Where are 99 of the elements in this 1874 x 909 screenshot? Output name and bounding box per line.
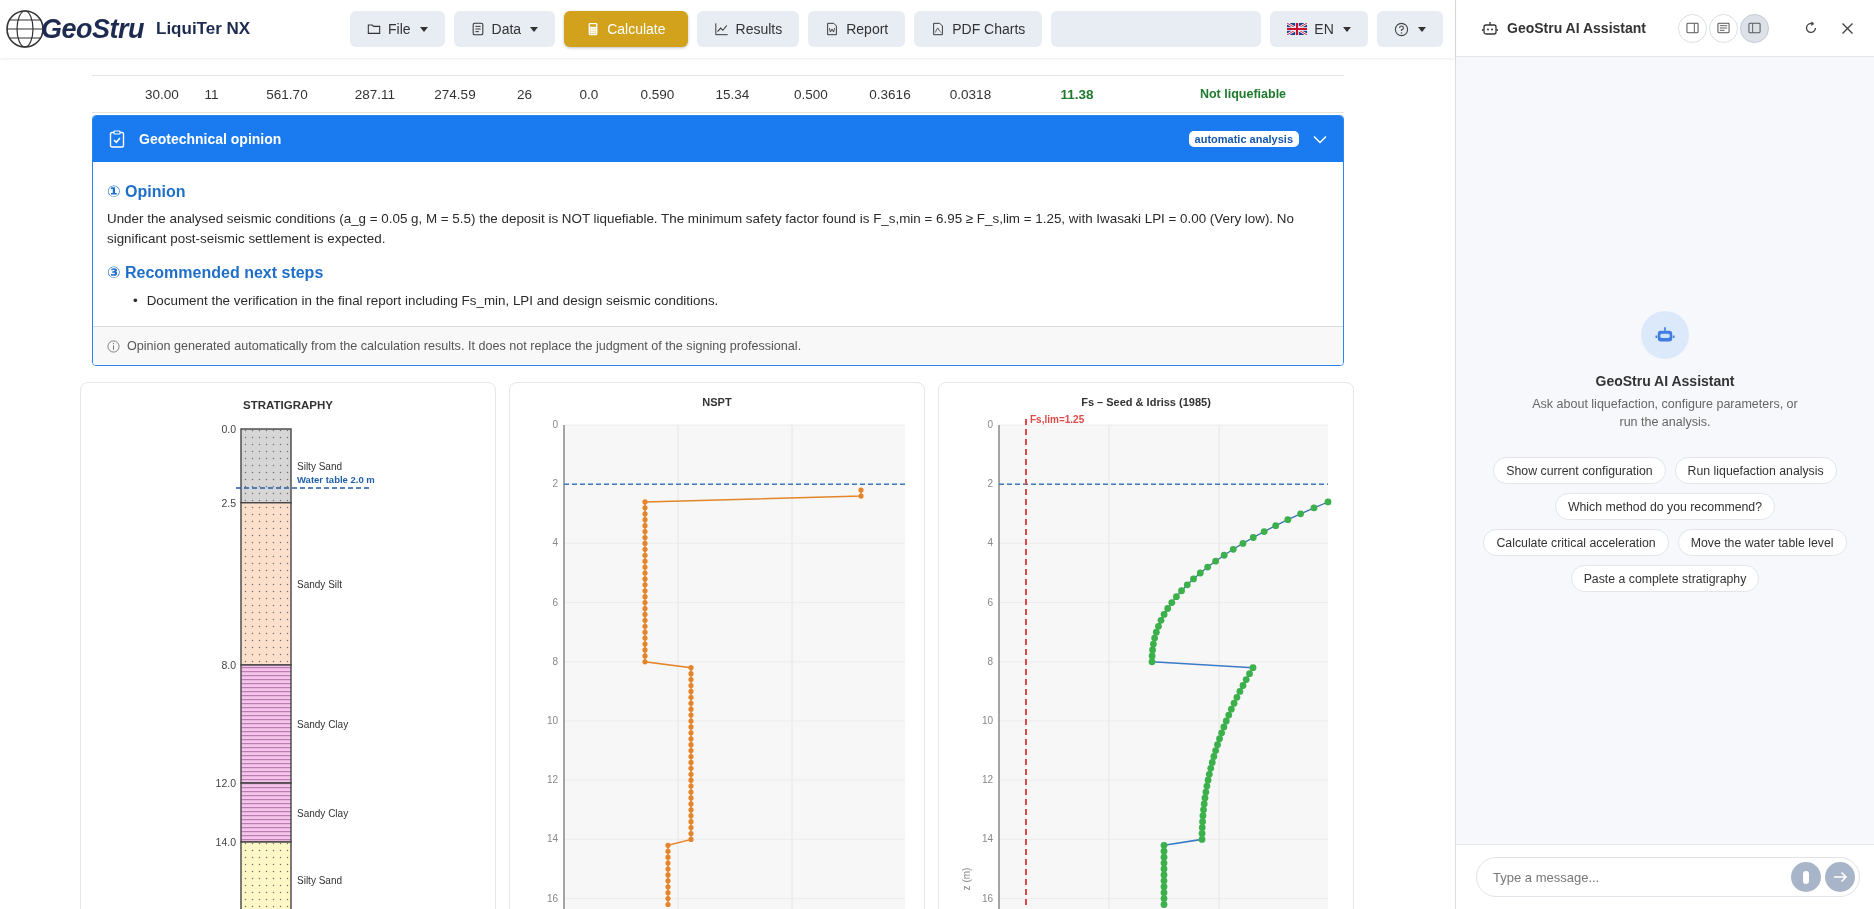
close-icon[interactable] [1841,21,1854,35]
axis-tick-label: 12 [546,774,558,786]
safety-factor-cell-text: 11.38 [1059,86,1095,102]
table-cell-text: 30.00 [144,86,180,102]
chart-title: NSPT [702,395,732,409]
axis-tick-label: 4 [987,537,993,549]
axis-tick-label: 0 [552,419,558,430]
depth-label: 8.0 [221,659,236,671]
axis-tick-label: 10 [546,715,558,726]
help-menu-button[interactable] [1376,11,1443,47]
bullet-marker: • [133,293,138,308]
chart-title: Fs – Seed & Idriss (1985) [1081,395,1211,409]
info-icon [107,339,120,353]
view-mode-button[interactable] [1709,13,1738,43]
axis-title: z (m) [961,867,972,891]
table-cell-text: 0.0 [578,86,600,102]
suggestion-chip[interactable]: Run liquefaction analysis [1674,457,1837,484]
axis-tick-label: 2 [552,478,558,490]
table-cell-text: 0.3616 [868,86,912,102]
axis-tick-label: 6 [987,596,993,608]
table-cell-text: 26 [516,86,533,102]
robot-icon [1482,20,1498,36]
axis-tick-label: 2 [987,478,993,490]
section-heading: ① Opinion [107,182,187,201]
axis-tick-label: 14 [981,833,993,845]
layer-label: Silty Sand [297,875,343,886]
table-cell-text: 15.34 [714,86,751,102]
welcome-text: Ask about liquefaction, configure parameters, or run the analysis. [1531,396,1799,431]
clipboard-check-icon [109,130,125,148]
suggestion-chip[interactable]: Calculate critical acceleration [1483,529,1669,556]
view-mode-button[interactable] [1678,13,1707,43]
toolbar-button[interactable]: Data [453,11,556,47]
toolbar-button[interactable]: File [350,11,445,47]
view-mode-button[interactable] [1740,13,1769,43]
chart-title: STRATIGRAPHY [243,398,333,413]
suggestion-chip[interactable]: Move the water table level [1677,529,1847,556]
table-cell-text: 0.500 [793,86,829,102]
document-icon [470,22,485,36]
table-cell-text: 0.590 [639,86,676,102]
limit-label: Fs,lim=1.25 [1030,414,1085,425]
depth-label: 12.0 [215,777,236,789]
line-chart-icon [713,22,729,36]
table-cell-text: 0.0318 [948,86,993,102]
depth-label: 0.0 [221,423,236,435]
analysis-badge: automatic analysis [1188,131,1299,147]
layout-icon [1748,22,1761,34]
layer-label: Silty Sand [297,460,343,472]
folder-icon [367,22,381,36]
axis-tick-label: 8 [552,655,558,667]
table-cell-text: 11 [203,86,220,102]
message-input[interactable]: Type a message... [1491,868,1783,886]
chevron-icon[interactable] [1313,134,1327,144]
opinion-title: Geotechnical opinion [139,131,283,147]
depth-label: 14.0 [215,836,236,848]
suggestion-chip[interactable]: Show current configuration [1493,457,1666,484]
paperclip-icon [1801,869,1811,885]
question-icon [1393,21,1409,37]
opinion-text: Under the analysed seismic conditions (a_g = 0.05 g, M = 5.5) the deposit is NOT liquefiable. The minimum safety factor found is F_s,min = 6.95 ≥ F_s,lim = 1.25, with Iwasaki LPI = 0.00 (Very low). No significant post-seismic settlement is expected. [107,210,1295,248]
layer-label: Sandy Silt [297,578,343,590]
status-cell-text: Not liquefiable [1198,87,1288,101]
water-table-label: Water table 2.0 m [297,474,375,485]
word-document-icon [825,22,840,36]
language-menu-button[interactable]: EN [1270,11,1368,47]
layer-label: Sandy Clay [297,807,349,819]
axis-tick-label: 10 [981,715,993,726]
arrow-icon [1832,871,1848,883]
table-cell-text: 287.11 [353,86,397,102]
pdf-document-icon [931,22,946,36]
axis-tick-label: 14 [546,833,558,845]
axis-tick-label: 6 [552,596,558,608]
layout-icon [1686,22,1699,34]
disclaimer-text: Opinion generated automatically from the calculation results. It does not replace the judgment of the signing professional. [127,339,802,353]
suggestion-chip[interactable]: Which method do you recommend? [1554,493,1776,520]
toolbar-button[interactable]: Results [696,11,800,47]
assistant-title: GeoStru AI Assistant [1507,20,1647,36]
axis-tick-label: 16 [981,892,993,904]
recommendation-item: Document the verification in the final report including Fs_min, LPI and design seismic conditions. [146,293,719,308]
robot-icon [1655,326,1675,344]
layout-icon [1717,22,1730,34]
table-cell-text: 561.70 [265,86,309,102]
message-field[interactable]: Type a message... [1476,857,1860,897]
table-cell-text: 274.59 [433,86,477,102]
suggestion-chip[interactable]: Paste a complete stratigraphy [1570,565,1760,592]
toolbar-button[interactable]: PDF Charts [914,11,1043,47]
axis-tick-label: 12 [981,774,993,786]
axis-tick-label: 8 [987,655,993,667]
axis-tick-label: 16 [546,892,558,904]
flag-icon [1287,23,1308,35]
axis-tick-label: 0 [987,419,993,430]
layer-label: Sandy Clay [297,719,349,730]
section-heading: ③ Recommended next steps [107,263,325,282]
welcome-title: GeoStru AI Assistant [1595,373,1735,389]
product-name: LiquiTer NX [156,19,251,39]
depth-label: 2.5 [221,496,236,509]
axis-tick-label: 4 [552,537,558,549]
toolbar-button[interactable]: Report [808,11,906,47]
opinion-header[interactable]: Geotechnical opinion automatic analysis [93,116,1343,162]
refresh-icon[interactable] [1804,21,1818,35]
soil-layer [240,841,292,909]
